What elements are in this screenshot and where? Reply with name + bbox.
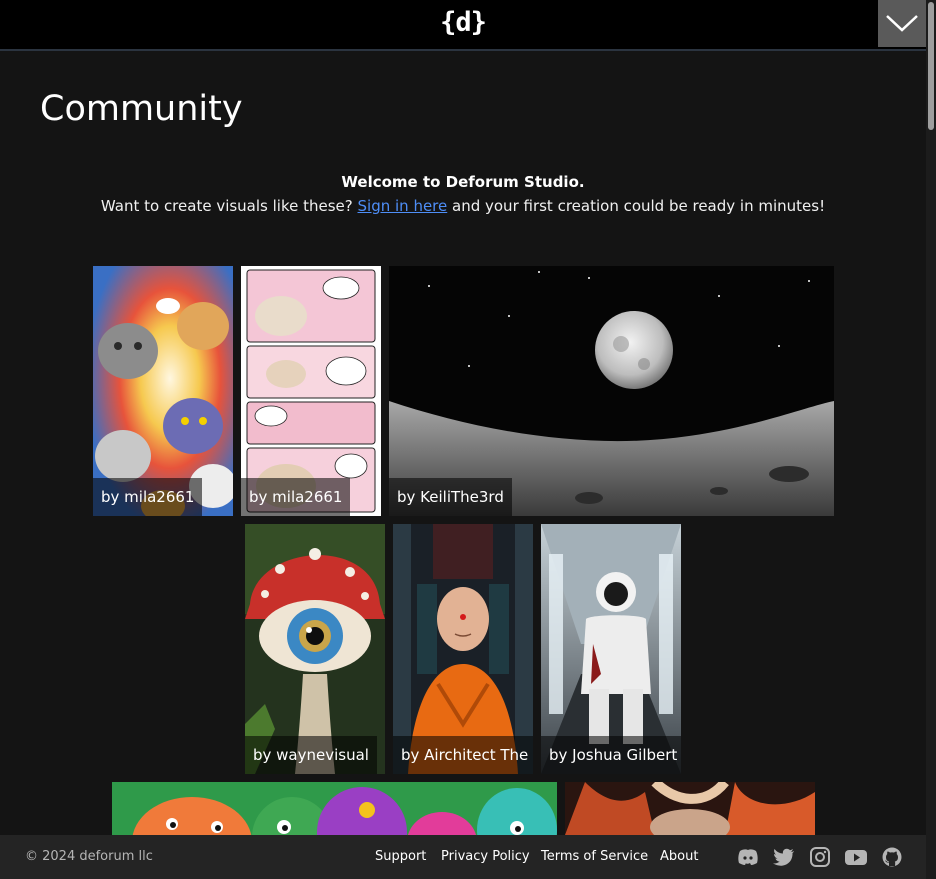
about-link[interactable]: About — [660, 849, 698, 864]
gallery-card[interactable]: by Joshua Gilbert — [541, 524, 681, 774]
author-label: by Joshua Gilbert — [541, 736, 681, 774]
terms-of-service-link[interactable]: Terms of Service — [541, 849, 648, 864]
menu-toggle-button[interactable] — [878, 0, 926, 47]
gallery-card[interactable] — [112, 782, 557, 835]
footer: © 2024 deforum llc Support Privacy Polic… — [0, 835, 926, 879]
welcome-message: Want to create visuals like these? Sign … — [0, 197, 926, 215]
gallery-card[interactable]: by KeiliThe3rd — [389, 266, 834, 516]
page-title: Community — [40, 89, 243, 129]
chevron-down-icon — [886, 15, 918, 32]
gallery-card[interactable]: by Airchitect The — [393, 524, 533, 774]
gallery-card[interactable]: by waynevisual — [245, 524, 385, 774]
author-label: by KeiliThe3rd — [389, 478, 512, 516]
scrollbar-thumb[interactable] — [928, 2, 934, 130]
discord-icon[interactable] — [737, 847, 759, 867]
author-label: by mila2661 — [93, 478, 203, 516]
page-scrollbar[interactable] — [926, 0, 936, 879]
top-navigation-bar: {d} — [0, 0, 926, 51]
gallery-card[interactable]: by mila2661 — [93, 266, 233, 516]
github-icon[interactable] — [881, 847, 903, 867]
deforum-logo[interactable]: {d} — [0, 7, 926, 38]
author-label: by waynevisual — [245, 736, 377, 774]
gallery-card[interactable]: by mila2661 — [241, 266, 381, 516]
privacy-policy-link[interactable]: Privacy Policy — [441, 849, 530, 864]
welcome-title: Welcome to Deforum Studio. — [341, 173, 585, 191]
instagram-icon[interactable] — [809, 847, 831, 867]
welcome-text-before: Want to create visuals like these? — [100, 197, 358, 215]
twitter-icon[interactable] — [773, 847, 795, 867]
gallery-card[interactable] — [565, 782, 815, 835]
copyright-text: © 2024 deforum llc — [25, 849, 153, 864]
gallery-image — [112, 782, 557, 835]
author-label: by Airchitect The — [393, 736, 533, 774]
support-link[interactable]: Support — [375, 849, 426, 864]
author-label: by mila2661 — [241, 478, 351, 516]
sign-in-link[interactable]: Sign in here — [358, 197, 448, 215]
youtube-icon[interactable] — [845, 847, 867, 867]
welcome-text-after: and your first creation could be ready i… — [447, 197, 826, 215]
gallery-image — [565, 782, 815, 835]
